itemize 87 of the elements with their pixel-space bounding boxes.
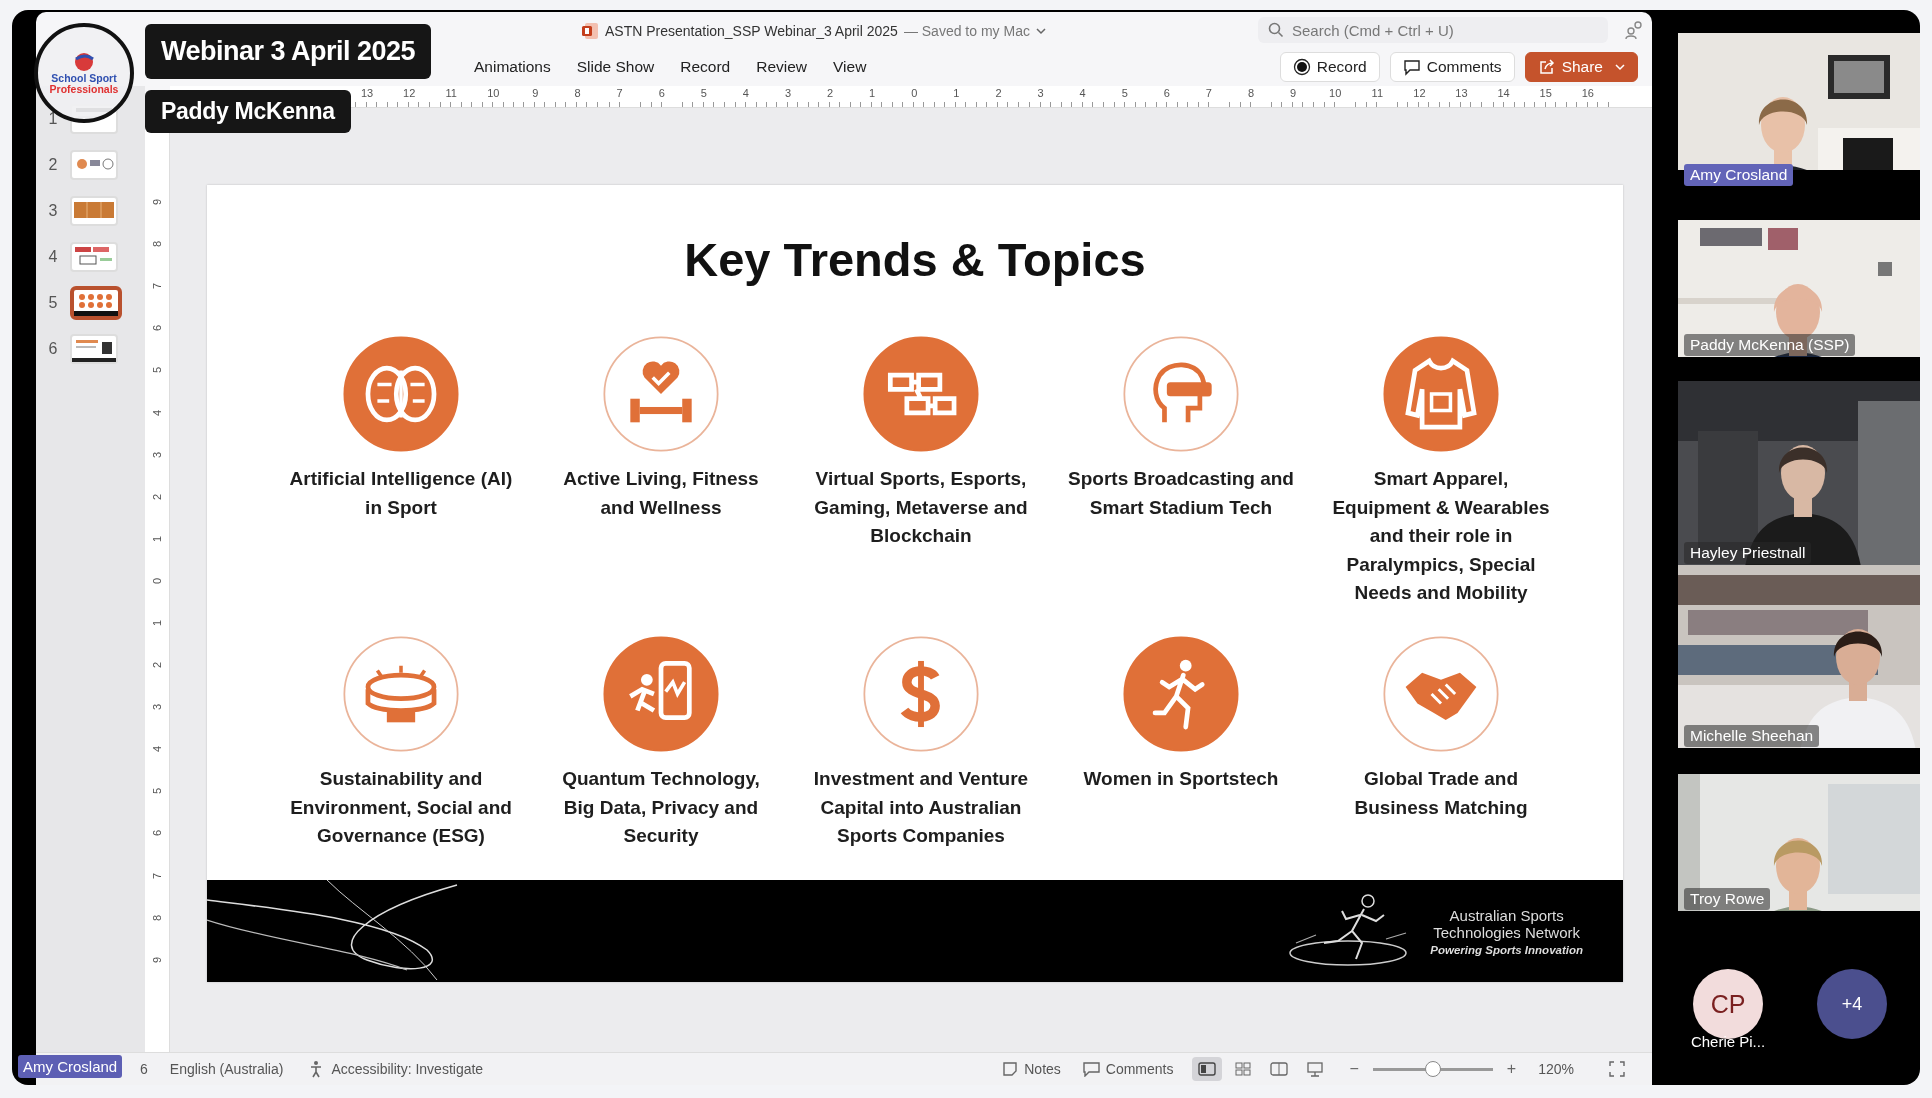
save-status: — Saved to my Mac	[903, 23, 1030, 39]
topic-label: Artificial Intelligence (AI) in Sport	[288, 467, 514, 520]
slide-number: 3	[47, 202, 59, 220]
webinar-title-badge: Webinar 3 April 2025	[145, 24, 432, 79]
participant-name: Michelle Sheehan	[1684, 725, 1820, 747]
ruler-number: 2	[151, 493, 163, 500]
participant-name: Troy Rowe	[1684, 888, 1771, 910]
ruler-number: 0	[151, 577, 163, 584]
slide-number: 4	[47, 248, 59, 266]
people-icon[interactable]	[1624, 20, 1644, 40]
slide-number: 2	[47, 156, 59, 174]
file-icon	[581, 22, 599, 40]
book-view-icon	[1269, 1061, 1288, 1077]
document-title: ASTN Presentation_SSP Webinar_3 April 2025	[605, 23, 898, 39]
ruler-number: 8	[151, 914, 163, 921]
topic-label: Women in Sportstech	[1082, 767, 1280, 791]
caret-icon	[1615, 63, 1625, 71]
comments-button[interactable]: Comments	[1389, 52, 1515, 82]
language-status[interactable]: English (Australia)	[169, 1061, 284, 1077]
ruler-number: 7	[151, 872, 163, 879]
search-field[interactable]: Search (Cmd + Ctrl + U)	[1258, 17, 1608, 43]
ribbon-tab[interactable]: Record	[667, 52, 744, 82]
slide-number: 1	[47, 110, 59, 128]
participant-name: Paddy McKenna (SSP)	[1684, 334, 1856, 356]
logo-text: Professionals	[49, 84, 119, 95]
topic-label: Smart Apparel, Equipment & Wearables and their role in Paralympics, Special Needs and Mobility	[1331, 467, 1551, 605]
caret-icon[interactable]	[1035, 27, 1046, 35]
ruler-number: 9	[151, 956, 163, 963]
ruler-number: 3	[151, 451, 163, 458]
ruler-number: 6	[151, 830, 163, 837]
zoom-in-button[interactable]: +	[1500, 1060, 1523, 1078]
ruler-number: 6	[151, 325, 163, 332]
participant-name: Hayley Priestnall	[1684, 542, 1812, 564]
slide-number: 5	[47, 294, 59, 312]
topic-label: Active Living, Fitness and Wellness	[562, 467, 760, 520]
comment-icon	[1082, 1061, 1100, 1077]
ruler-number: 1	[151, 619, 163, 627]
ruler-number: 4	[151, 409, 163, 416]
fit-to-window-icon[interactable]	[1608, 1060, 1626, 1078]
ruler-number: 8	[151, 241, 163, 248]
topic-label: Global Trade and Business Matching	[1353, 767, 1529, 820]
ribbon-tab[interactable]: View	[820, 52, 880, 82]
topic-label: Investment and Venture Capital into Australian Sports Companies	[812, 767, 1030, 848]
comments-button[interactable]: Comments	[1082, 1061, 1174, 1077]
notes-button[interactable]: Notes	[1002, 1061, 1061, 1077]
search-icon	[1268, 22, 1284, 38]
record-icon	[1292, 58, 1311, 76]
zoom-out-button[interactable]: −	[1343, 1060, 1365, 1078]
topic-label: Sports Broadcasting and Smart Stadium Tech	[1067, 467, 1295, 520]
topic-label: Virtual Sports, Esports, Gaming, Metaverse and Blockchain	[813, 467, 1029, 548]
organisation-tagline: Powering Sports Innovation	[1430, 943, 1583, 956]
ruler-number: 5	[151, 367, 163, 374]
ruler-number: 2	[151, 662, 163, 669]
normal-view-button[interactable]	[1191, 1057, 1222, 1081]
zoom-level[interactable]: 120%	[1538, 1061, 1574, 1077]
topic-label: Sustainability and Environment, Social and Governance (ESG)	[289, 767, 513, 848]
note-icon	[1002, 1061, 1019, 1077]
logo-text: School Sport	[51, 73, 117, 84]
slide-title: Key Trends & Topics	[683, 232, 1147, 288]
topic-label: Quantum Technology, Big Data, Privacy and Security	[561, 767, 761, 848]
record-button[interactable]: Record	[1279, 52, 1380, 82]
ribbon-tab[interactable]: Slide Show	[563, 52, 668, 82]
ruler-number: 3	[151, 704, 163, 711]
slide-thumbnail[interactable]	[70, 286, 122, 320]
normal-view-icon	[1197, 1061, 1216, 1077]
ribbon-tab[interactable]: Review	[743, 52, 821, 82]
speaker-name-badge: Paddy McKenna	[145, 90, 351, 133]
ruler-number: 4	[151, 746, 163, 753]
presenter-name: Amy Crosland	[18, 1055, 123, 1078]
comment-icon	[1402, 58, 1421, 76]
accessibility-button[interactable]: Accessibility: Investigate	[309, 1060, 484, 1078]
ruler-number: 5	[151, 788, 163, 795]
grid-view-icon	[1233, 1061, 1252, 1077]
ruler-number: 7	[151, 283, 163, 290]
slider-thumb[interactable]	[1424, 1061, 1441, 1077]
slide-count: 6	[140, 1061, 148, 1077]
presenter-view-icon	[1305, 1061, 1324, 1077]
ruler-number: 1	[151, 535, 163, 542]
ruler-number: 9	[151, 199, 163, 206]
ribbon-tab[interactable]: Animations	[461, 52, 564, 82]
more-participants-button[interactable]: +4	[1817, 969, 1887, 1039]
share-icon	[1537, 58, 1556, 76]
participant-name: Amy Crosland	[1684, 164, 1794, 186]
organisation-name: Australian Sports	[1449, 906, 1564, 924]
slide-number: 6	[47, 340, 59, 358]
organisation-name: Technologies Network	[1433, 923, 1580, 941]
share-button[interactable]: Share	[1524, 52, 1638, 82]
